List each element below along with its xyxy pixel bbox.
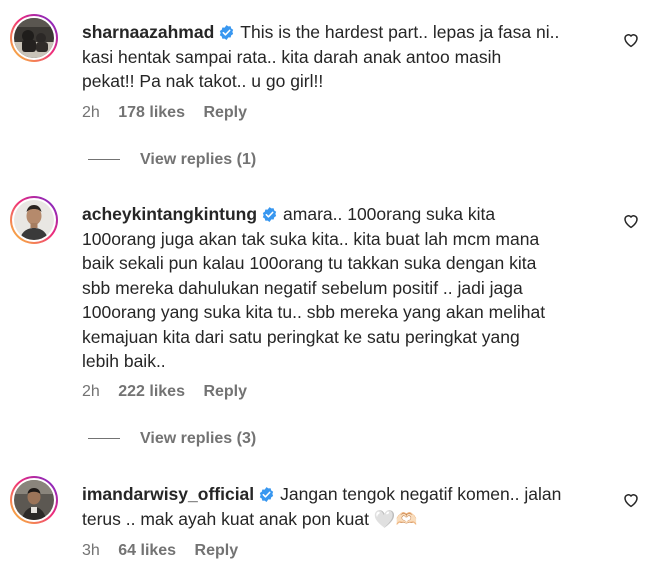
comment-text-line: Jangan tengok negatif komen.. jalan: [280, 484, 562, 504]
username[interactable]: acheykintangkintung: [82, 204, 257, 224]
reply-button[interactable]: Reply: [203, 383, 247, 400]
comment-text-line: baik sekali pun kalau 100orang tu takkan…: [82, 253, 537, 273]
avatar-photo-man-portrait: [14, 200, 54, 240]
view-replies-button[interactable]: View replies (1): [88, 151, 256, 169]
comment-text-line: lebih baik..: [82, 351, 166, 371]
replies-divider: [88, 438, 120, 440]
comment-text-line: pekat!! Pa nak takot.. u go girl!!: [82, 71, 324, 91]
replies-divider: [88, 159, 120, 161]
comment-meta: 2h 222 likes Reply: [82, 383, 261, 401]
comment-meta: 3h 64 likes Reply: [82, 542, 252, 560]
view-replies-label: View replies (3): [140, 430, 257, 447]
reply-button[interactable]: Reply: [203, 104, 247, 121]
like-heart-icon[interactable]: [622, 31, 640, 49]
username[interactable]: imandarwisy_official: [82, 484, 254, 504]
verified-badge-icon: [218, 24, 235, 41]
comment-time: 3h: [82, 542, 100, 559]
comment-text-line: 100orang juga akan tak suka kita.. kita …: [82, 228, 540, 249]
comment-time: 2h: [82, 383, 100, 400]
avatar-photo-dark-scene: [14, 18, 54, 58]
avatar[interactable]: [10, 196, 58, 244]
likes-count[interactable]: 64 likes: [118, 542, 176, 559]
like-heart-icon[interactable]: [622, 212, 640, 230]
verified-badge-icon: [261, 206, 278, 223]
username[interactable]: sharnaazahmad: [82, 22, 214, 42]
comment-text-line: terus .. mak ayah kuat anak pon kuat 🤍🫶🏻: [82, 508, 418, 529]
verified-badge-icon: [258, 486, 275, 503]
comment-text-line: amara.. 100orang suka kita: [283, 204, 496, 224]
likes-count[interactable]: 178 likes: [118, 104, 185, 121]
comment-text-line: sbb mereka dahulukan negatif sebelum pos…: [82, 277, 523, 298]
avatar[interactable]: [10, 476, 58, 524]
view-replies-label: View replies (1): [140, 151, 257, 168]
likes-count[interactable]: 222 likes: [118, 383, 185, 400]
comment-meta: 2h 178 likes Reply: [82, 104, 261, 122]
avatar-photo-man-dark: [14, 480, 54, 520]
reply-button[interactable]: Reply: [195, 542, 239, 559]
like-heart-icon[interactable]: [622, 491, 640, 509]
comment-text-line: 100orang yang suka kita tu.. sbb mereka …: [82, 302, 546, 322]
comment-text-line: kemajuan kita dari satu peringkat ke sat…: [82, 326, 520, 347]
comment-text-line: This is the hardest part.. lepas ja fasa…: [240, 22, 560, 42]
comment-time: 2h: [82, 104, 100, 121]
view-replies-button[interactable]: View replies (3): [88, 430, 256, 448]
avatar[interactable]: [10, 14, 58, 62]
comment-text-line: kasi hentak sampai rata.. kita darah ana…: [82, 46, 502, 67]
